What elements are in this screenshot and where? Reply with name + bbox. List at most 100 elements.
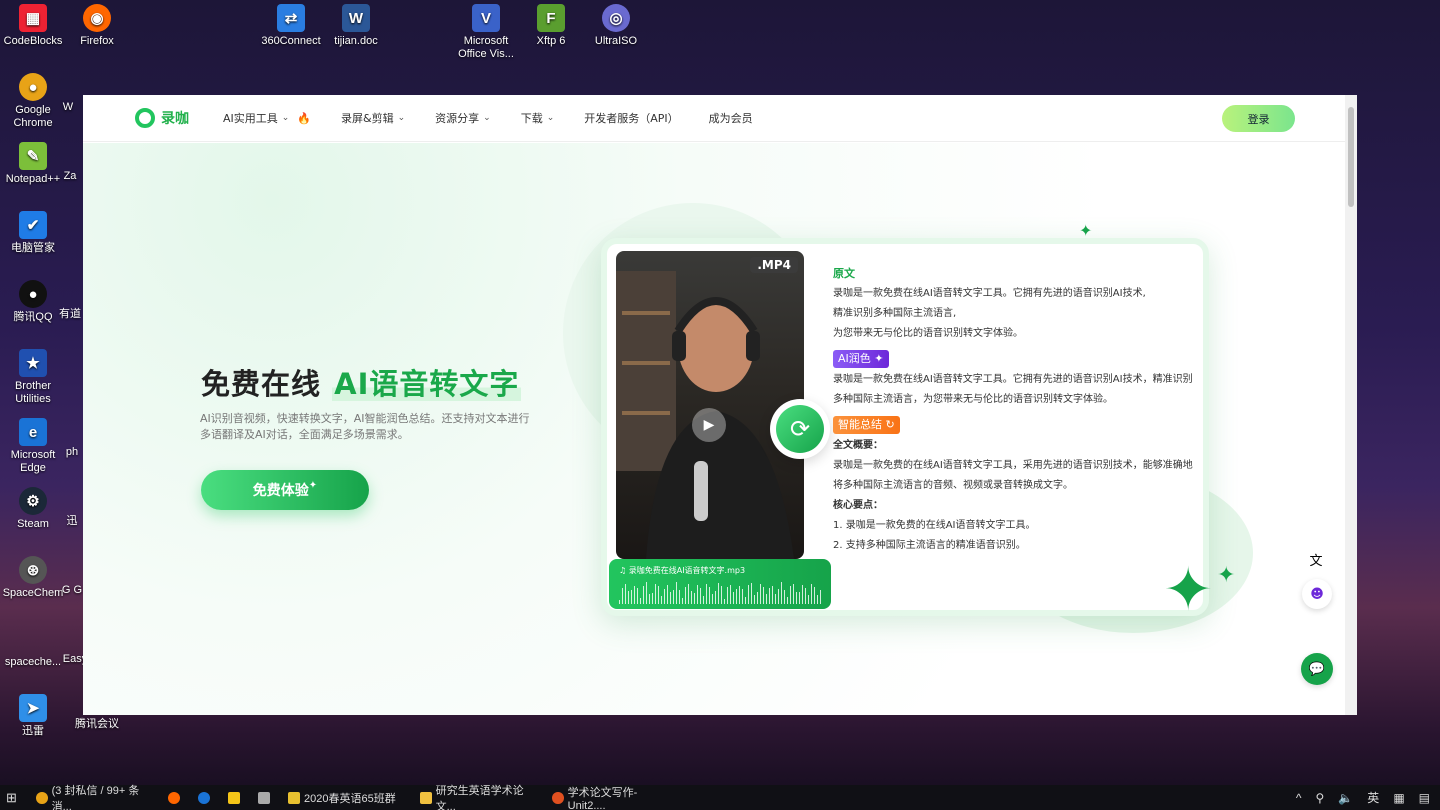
firefox-icon: ◉	[83, 4, 111, 32]
polish-text: 录咖是一款免费在线AI语音转文字工具。它拥有先进的语音识别AI技术，精准识别多种…	[833, 374, 1193, 405]
taskbar-item-notes[interactable]	[222, 785, 252, 810]
waveform-bar	[694, 593, 695, 604]
chat-icon[interactable]: 💬	[1301, 653, 1333, 685]
shield-icon: ✔	[19, 211, 47, 239]
desktop-icon-brother[interactable]: ★ Brother Utilities	[0, 349, 66, 406]
original-line: 录咖是一款免费在线AI语音转文字工具。它拥有先进的语音识别AI技术,	[833, 288, 1146, 299]
waveform-bar	[661, 595, 662, 604]
nav-label: AI实用工具	[223, 112, 278, 125]
sparkle-icon: ✦	[1079, 221, 1093, 240]
waveform-bar	[781, 582, 782, 604]
nav-record-edit[interactable]: 录屏&剪辑 ⌄	[341, 110, 405, 126]
play-icon[interactable]: ▶	[692, 408, 726, 442]
nav-resources[interactable]: 资源分享 ⌄	[435, 110, 491, 126]
nav-label: 资源分享	[435, 112, 480, 125]
show-hidden-icons-button[interactable]: ^	[1296, 791, 1302, 805]
waveform-bar	[736, 588, 737, 604]
waveform-bar	[739, 586, 740, 604]
waveform-bar	[664, 588, 665, 604]
hero-section: 免费在线 AI语音转文字 AI识别音视频，快速转换文字，AI智能润色总结。还支持…	[83, 143, 1345, 715]
key-point: 2. 支持多种国际主流语言的精准语音识别。	[833, 540, 1026, 551]
desktop-icon-visio[interactable]: V Microsoft Office Vis...	[453, 4, 519, 61]
codeblocks-icon: ▦	[19, 4, 47, 32]
login-button[interactable]: 登录	[1222, 105, 1295, 132]
demo-video[interactable]: .MP4 ▶	[616, 251, 804, 559]
desktop-icon-spacechem-shortcut[interactable]: spaceche...	[0, 625, 66, 669]
robot-assistant-icon[interactable]: ☻	[1302, 579, 1332, 609]
desktop-icon-360connect[interactable]: ⇄ 360Connect	[258, 4, 324, 48]
steam-icon: ⚙	[19, 487, 47, 515]
waveform-bar	[670, 592, 671, 604]
waveform-bar	[733, 592, 734, 604]
site-logo[interactable]: 录咖	[135, 108, 189, 128]
desktop-icon-tijian-doc[interactable]: Wtijian.doc	[323, 4, 389, 48]
desktop-icon-pc-manager[interactable]: ✔ 电脑管家	[0, 211, 66, 255]
desktop-icon-label: CodeBlocks	[3, 35, 63, 47]
network-icon[interactable]: ⚲	[1316, 791, 1325, 805]
desktop-icon-spacechem[interactable]: ⊛ SpaceChem	[0, 556, 66, 600]
chevron-down-icon: ⌄	[397, 113, 406, 123]
brother-icon: ★	[19, 349, 47, 377]
desktop-icon-tencent-meeting[interactable]: 腾讯会议	[64, 718, 130, 731]
keyboard-icon[interactable]: ▦	[1393, 791, 1404, 805]
headphone-cup	[672, 331, 686, 361]
desktop-icon-steam[interactable]: ⚙ Steam	[0, 487, 66, 531]
scrollbar[interactable]	[1345, 95, 1357, 715]
waveform-bar	[649, 594, 650, 604]
taskbar-item-chrome[interactable]: (3 封私信 / 99+ 条消...	[30, 785, 162, 810]
nav-download[interactable]: 下载 ⌄	[521, 110, 555, 126]
desktop-icon-codeblocks[interactable]: ▦ CodeBlocks	[0, 4, 66, 48]
desktop-icon-label: SpaceChem	[2, 587, 64, 599]
taskbar-item-doc1[interactable]: 研究生英语学术论文...	[414, 785, 546, 810]
hero-title: 免费在线 AI语音转文字	[201, 361, 522, 403]
badge-label: AI润色	[838, 352, 871, 365]
desktop-icon-firefox[interactable]: ◉ Firefox	[64, 4, 130, 48]
nav-developer-api[interactable]: 开发者服务（API）	[584, 110, 678, 126]
desktop-icon-xftp[interactable]: F Xftp 6	[518, 4, 584, 48]
taskbar-label: 2020春英语65班群	[304, 792, 396, 805]
desktop-icon-xunlei[interactable]: ➤ 迅雷	[0, 694, 66, 738]
waveform-bar	[796, 591, 797, 604]
waveform-bar	[808, 594, 809, 604]
taskbar-item-doc2[interactable]: 学术论文写作-Unit2....	[546, 785, 678, 810]
desktop-icon-chrome[interactable]: ● Google Chrome	[0, 73, 66, 130]
chrome-icon	[36, 791, 48, 804]
waveform-bar	[658, 586, 659, 604]
waveform-bar	[625, 584, 626, 604]
nav-label: 录屏&剪辑	[341, 112, 394, 125]
ime-indicator[interactable]: 英	[1367, 789, 1379, 806]
chevron-down-icon: ⌄	[483, 113, 491, 123]
desktop-icon-notepadpp[interactable]: ✎ Notepad++	[0, 142, 66, 186]
waveform-bar	[766, 594, 767, 604]
sparkle-icon: ✦	[308, 479, 318, 491]
start-button[interactable]: ⊞	[0, 785, 30, 810]
notification-icon[interactable]: ▤	[1419, 791, 1430, 805]
nav-label: 开发者服务（API）	[584, 112, 679, 125]
nav-membership[interactable]: 成为会员	[709, 110, 753, 126]
music-note-icon: ♫	[619, 566, 627, 575]
waveform-bar	[721, 585, 722, 604]
key-point: 1. 录咖是一款免费的在线AI语音转文字工具。	[833, 520, 1036, 531]
taskbar-item-firefox[interactable]	[162, 785, 192, 810]
desktop-icon-edge[interactable]: e Microsoft Edge	[0, 418, 66, 475]
waveform-bar	[646, 582, 647, 604]
waveform-bar	[754, 595, 755, 604]
desktop-icon-qq[interactable]: ● 腾讯QQ	[0, 280, 66, 324]
scrollbar-thumb[interactable]	[1348, 107, 1354, 207]
waveform-bar	[631, 589, 632, 604]
free-trial-button[interactable]: 免费体验 ✦	[201, 470, 369, 510]
waveform-bar	[820, 589, 821, 604]
taskbar-item-qq-group[interactable]: 2020春英语65班群	[282, 785, 414, 810]
browser-window: 录咖 AI实用工具 ⌄ 🔥 录屏&剪辑 ⌄ 资源分享 ⌄ 下载 ⌄ 开发者服务（API） …	[83, 95, 1357, 715]
audio-file-bar[interactable]: ♫ 录咖免费在线AI语音转文字.mp3	[609, 559, 831, 609]
firefox-icon	[168, 791, 180, 804]
translate-icon[interactable]: 文	[1301, 544, 1331, 574]
convert-button[interactable]: ⟳	[770, 399, 830, 459]
desktop-icon-label: 腾讯QQ	[13, 311, 53, 323]
nav-ai-tools[interactable]: AI实用工具 ⌄ 🔥	[223, 110, 311, 126]
volume-icon[interactable]: 🔈	[1338, 791, 1353, 805]
taskbar-item-app[interactable]	[252, 785, 282, 810]
taskbar-item-edge[interactable]	[192, 785, 222, 810]
desktop-icon-ultraiso[interactable]: ◎ UltraISO	[583, 4, 649, 48]
shelf-shape	[622, 411, 670, 415]
